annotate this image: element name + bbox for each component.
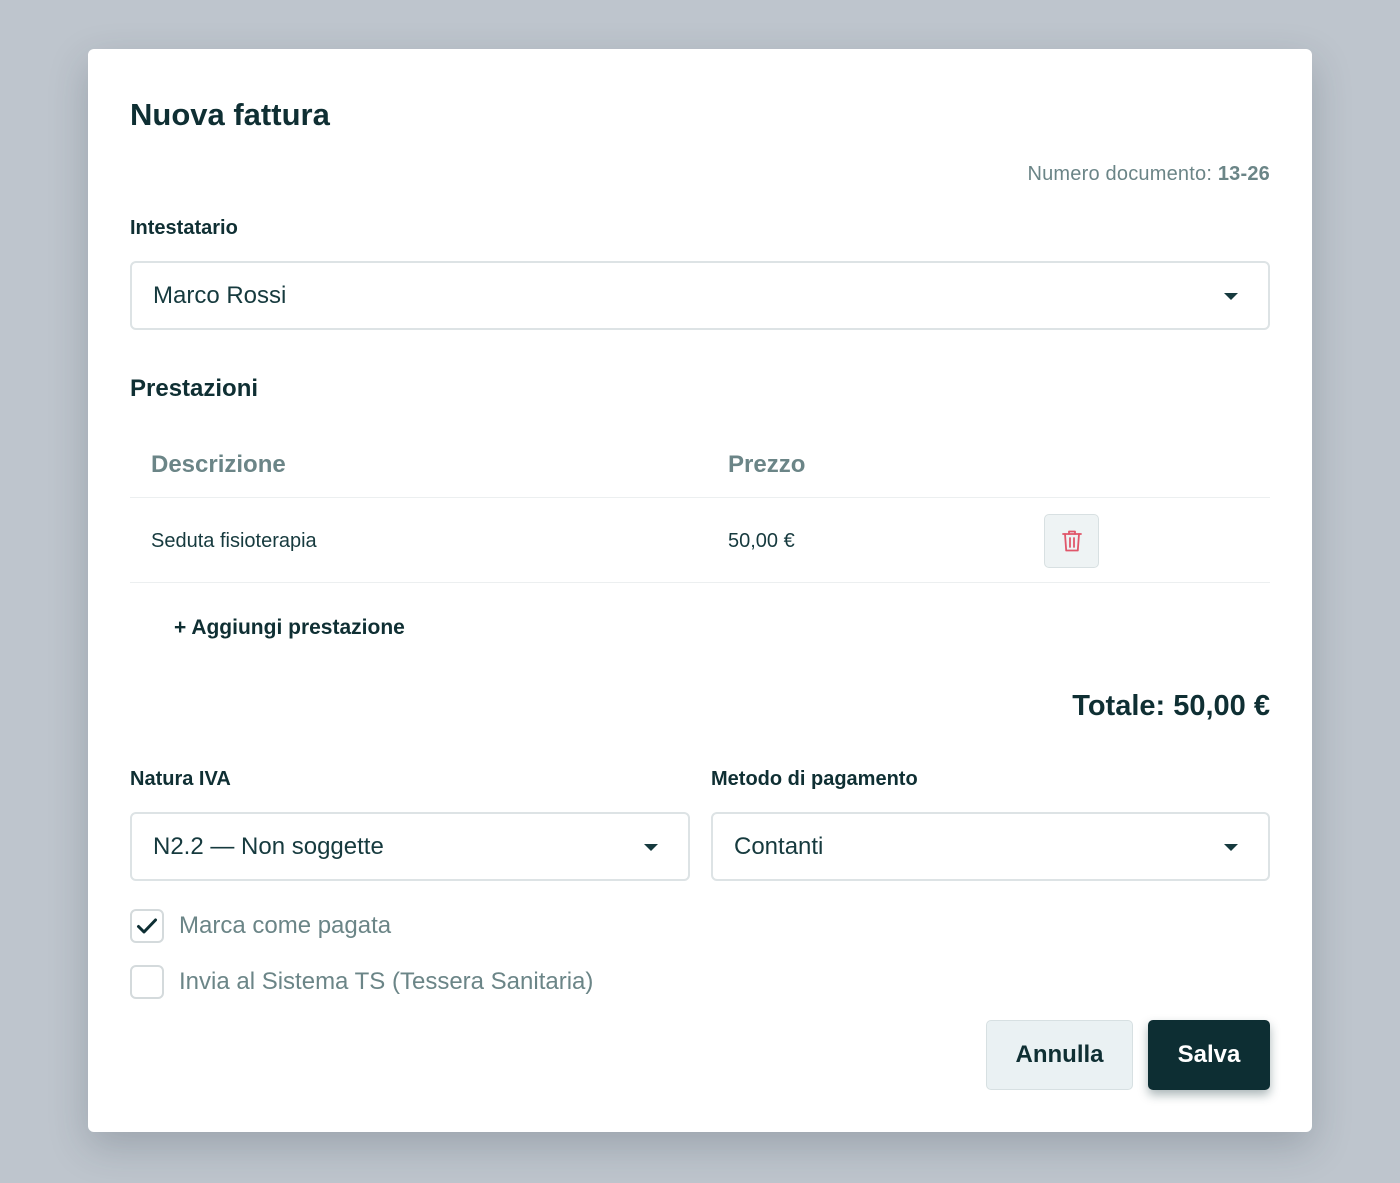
metodo-pagamento-select[interactable]: Contanti	[711, 812, 1270, 881]
delete-row-button[interactable]	[1044, 514, 1099, 568]
checkbox-marca-pagata[interactable]	[130, 909, 164, 943]
intestatario-value: Marco Rossi	[153, 281, 287, 309]
checkbox-invia-sistema-ts[interactable]	[130, 965, 164, 999]
add-prestazione-button[interactable]: + Aggiungi prestazione	[174, 616, 405, 640]
chevron-down-icon	[1224, 292, 1238, 300]
row-prezzo: 50,00 €	[728, 530, 795, 552]
natura-iva-value: N2.2 — Non soggette	[153, 832, 384, 860]
cancel-button[interactable]: Annulla	[986, 1020, 1133, 1090]
intestatario-select[interactable]: Marco Rossi	[130, 261, 1270, 330]
chevron-down-icon	[644, 843, 658, 851]
chevron-down-icon	[1224, 843, 1238, 851]
natura-iva-select[interactable]: N2.2 — Non soggette	[130, 812, 690, 881]
metodo-pagamento-value: Contanti	[734, 832, 824, 860]
metodo-pagamento-label: Metodo di pagamento	[711, 768, 918, 790]
checkbox-invia-sistema-ts-label: Invia al Sistema TS (Tessera Sanitaria)	[179, 968, 594, 995]
intestatario-label: Intestatario	[130, 217, 238, 239]
invoice-total: Totale: 50,00 €	[1072, 690, 1270, 722]
table-header-divider	[130, 497, 1270, 498]
trash-icon	[1061, 530, 1082, 552]
save-button[interactable]: Salva	[1148, 1020, 1270, 1090]
prestazioni-title: Prestazioni	[130, 375, 259, 402]
document-number-value: 13-26	[1217, 163, 1270, 185]
column-header-prezzo: Prezzo	[728, 451, 806, 478]
document-number-label: Numero documento:	[1027, 163, 1213, 185]
table-row-divider	[130, 582, 1270, 583]
check-icon	[137, 918, 157, 934]
row-descrizione: Seduta fisioterapia	[151, 530, 317, 552]
column-header-descrizione: Descrizione	[151, 451, 286, 478]
modal-title: Nuova fattura	[130, 97, 330, 132]
checkbox-marca-pagata-label: Marca come pagata	[179, 912, 392, 939]
natura-iva-label: Natura IVA	[130, 768, 231, 790]
invoice-modal: Nuova fattura Numero documento: 13-26 In…	[88, 49, 1312, 1132]
document-number: Numero documento: 13-26	[1027, 163, 1270, 186]
